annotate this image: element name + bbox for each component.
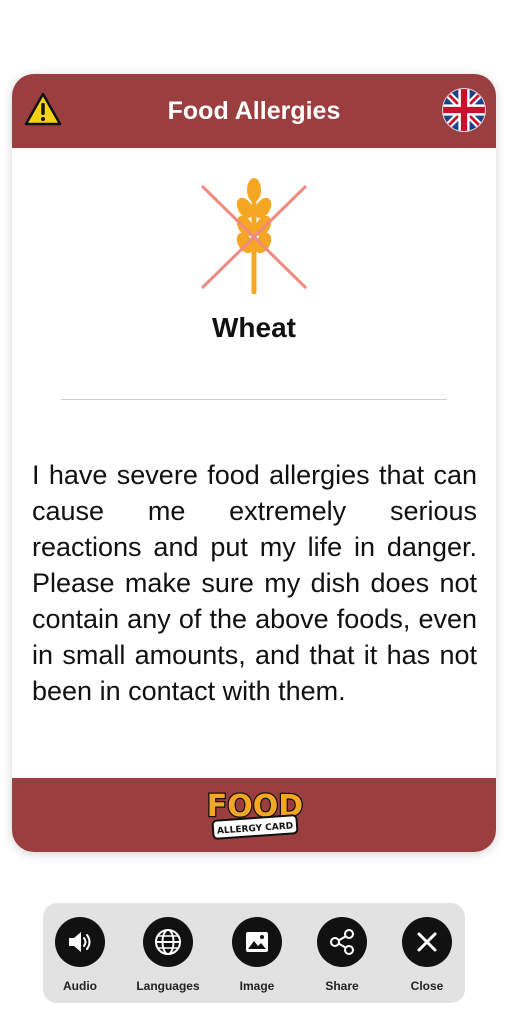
- allergen-name: Wheat: [212, 312, 296, 343]
- languages-button[interactable]: Languages: [126, 917, 210, 993]
- wheat-crossed-icon: [200, 178, 308, 294]
- share-icon: [330, 929, 354, 955]
- languages-label: Languages: [136, 979, 200, 993]
- action-toolbar: Audio Languages Image Share Close: [43, 903, 465, 1003]
- image-label: Image: [239, 979, 275, 993]
- close-label: Close: [410, 979, 444, 993]
- uk-flag-icon[interactable]: [442, 88, 486, 132]
- speaker-icon: [69, 932, 91, 952]
- card-header: Food Allergies: [12, 74, 496, 148]
- share-button[interactable]: Share: [300, 917, 384, 993]
- food-allergy-card-logo: FOOD ALLERGY CARD: [206, 788, 304, 840]
- audio-label: Audio: [63, 979, 97, 993]
- image-button[interactable]: Image: [215, 917, 299, 993]
- share-label: Share: [325, 979, 359, 993]
- close-button[interactable]: Close: [385, 917, 469, 993]
- audio-button[interactable]: Audio: [38, 917, 122, 993]
- divider: [61, 399, 447, 400]
- globe-icon: [155, 929, 181, 955]
- allergy-message: I have severe food allergies that can ca…: [32, 460, 477, 706]
- image-icon: [246, 932, 268, 952]
- close-icon: [417, 932, 437, 952]
- card-footer: FOOD ALLERGY CARD: [12, 778, 496, 852]
- card-title: Food Allergies: [167, 97, 341, 125]
- warning-icon: [24, 92, 62, 126]
- allergy-card: Food Allergies Wheat I have severe food …: [12, 74, 496, 852]
